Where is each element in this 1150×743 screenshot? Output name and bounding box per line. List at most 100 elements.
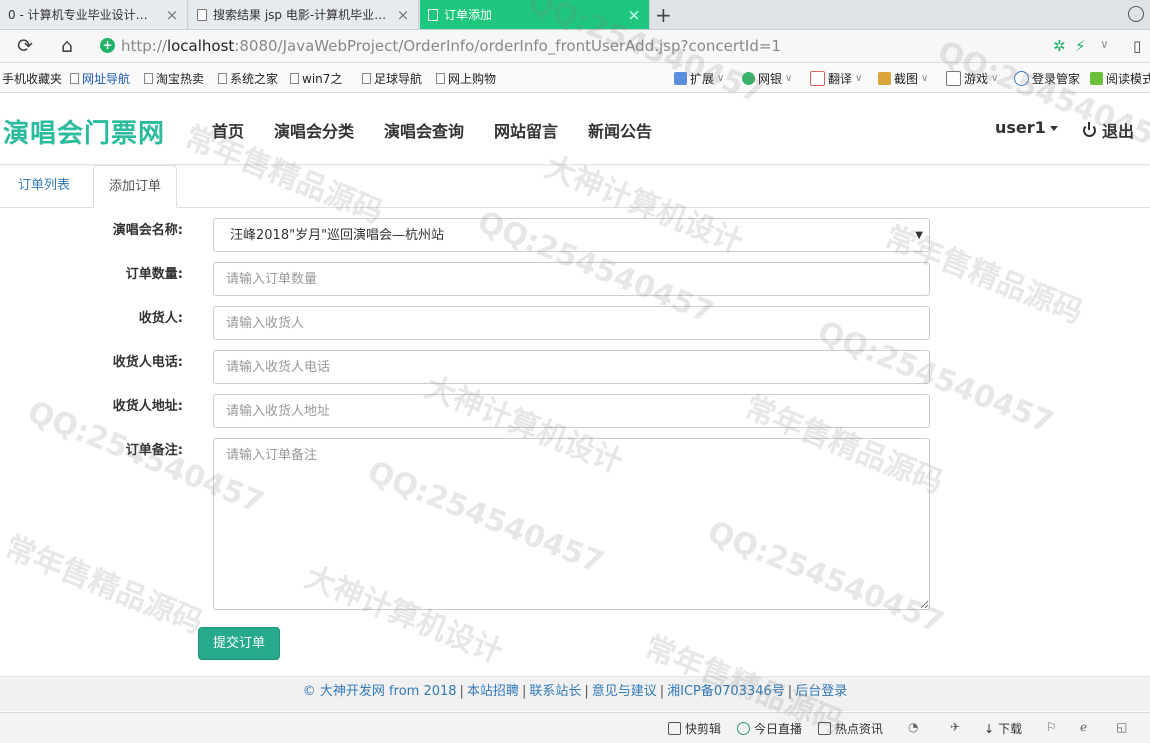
key-icon bbox=[1014, 71, 1029, 86]
extension-item[interactable]: 扩展 ∨ bbox=[674, 70, 724, 87]
window-icon[interactable]: ◱ bbox=[1116, 720, 1127, 734]
bookmark-item[interactable]: 手机收藏夹 bbox=[2, 70, 62, 87]
mobile-icon[interactable]: ▯ bbox=[1133, 37, 1141, 55]
page-icon bbox=[436, 73, 445, 84]
bookmark-item[interactable]: win7之 bbox=[290, 70, 342, 87]
bank-icon bbox=[742, 72, 755, 85]
extension-item[interactable]: 登录管家 bbox=[1014, 70, 1080, 87]
order-memo-textarea[interactable] bbox=[213, 438, 930, 610]
address-bar: ⟳ ⌂ + http://localhost:8080/JavaWebProje… bbox=[0, 30, 1150, 63]
reader-icon bbox=[1090, 72, 1103, 85]
lightning-icon[interactable]: ⚡ bbox=[1075, 37, 1086, 55]
page-icon bbox=[197, 8, 207, 21]
nav-guestbook[interactable]: 网站留言 bbox=[494, 118, 558, 142]
chevron-down-icon: ∨ bbox=[855, 73, 863, 84]
close-icon[interactable]: × bbox=[396, 6, 410, 24]
tab-label: 搜索结果 jsp 电影-计算机毕业设计 bbox=[213, 8, 390, 22]
nav-news[interactable]: 新闻公告 bbox=[588, 118, 652, 142]
sync-icon[interactable]: ✲ bbox=[1053, 37, 1066, 55]
extension-item[interactable]: 游戏 ∨ bbox=[946, 70, 998, 87]
url-field[interactable]: http://localhost:8080/JavaWebProject/Ord… bbox=[121, 37, 781, 55]
footer-link-feedback[interactable]: 意见与建议 bbox=[592, 684, 657, 699]
browser-tab-1[interactable]: 0 - 计算机专业毕业设计源码网 × bbox=[0, 0, 188, 29]
extension-item[interactable]: 网银 ∨ bbox=[742, 70, 792, 87]
concert-selected-value: 汪峰2018"岁月"巡回演唱会—杭州站 bbox=[230, 228, 445, 243]
browser-tab-2[interactable]: 搜索结果 jsp 电影-计算机毕业设计 × bbox=[189, 0, 419, 29]
extensions-icon bbox=[674, 72, 687, 85]
extension-label: 游戏 bbox=[964, 72, 989, 86]
status-label: 下载 bbox=[998, 722, 1023, 736]
speed-icon[interactable]: ◔ bbox=[908, 720, 918, 734]
quantity-input[interactable] bbox=[213, 262, 930, 296]
submit-order-button[interactable]: 提交订单 bbox=[198, 627, 280, 660]
username: user1 bbox=[995, 118, 1046, 137]
flag-icon[interactable]: ⚐ bbox=[1046, 720, 1057, 734]
bookmark-label: 系统之家 bbox=[230, 72, 279, 86]
tab-label: 订单添加 bbox=[444, 8, 493, 22]
restore-icon[interactable] bbox=[1128, 6, 1144, 22]
status-label: 快剪辑 bbox=[685, 722, 722, 736]
footer-link-contact[interactable]: 联系站长 bbox=[529, 684, 581, 699]
order-memo-label: 订单备注: bbox=[125, 443, 183, 458]
extension-item[interactable]: 阅读模式 bbox=[1090, 70, 1150, 87]
browser-status-bar: 快剪辑 今日直播 热点资讯 ◔ ✈ ↓ 下载 ⚐ ℯ ◱ bbox=[0, 712, 1150, 743]
status-item[interactable]: ↓ 下载 bbox=[984, 720, 1022, 737]
footer-link-jobs[interactable]: 本站招聘 bbox=[467, 684, 519, 699]
close-icon[interactable]: × bbox=[627, 6, 641, 24]
receiver-phone-input[interactable] bbox=[213, 350, 930, 384]
bookmark-item[interactable]: 网上购物 bbox=[436, 70, 496, 87]
page-icon bbox=[428, 8, 438, 21]
page-icon bbox=[218, 73, 227, 84]
browser-icon[interactable]: ℯ bbox=[1080, 720, 1087, 734]
bookmark-item[interactable]: 网址导航 bbox=[70, 70, 130, 87]
tab-order-list[interactable]: 订单列表 bbox=[3, 165, 85, 207]
home-icon[interactable]: ⌂ bbox=[56, 35, 78, 57]
bookmark-item[interactable]: 系统之家 bbox=[218, 70, 278, 87]
nav-home[interactable]: 首页 bbox=[212, 118, 244, 142]
tab-label: 0 - 计算机专业毕业设计源码网 bbox=[8, 8, 159, 22]
secure-icon: + bbox=[100, 38, 115, 53]
url-path: :8080/JavaWebProject/OrderInfo/orderInfo… bbox=[234, 37, 781, 55]
pin-icon[interactable]: ✈ bbox=[950, 720, 960, 734]
receiver-address-input[interactable] bbox=[213, 394, 930, 428]
page-icon bbox=[144, 73, 153, 84]
page-icon bbox=[70, 73, 79, 84]
chevron-down-icon: ∨ bbox=[717, 73, 725, 84]
refresh-icon[interactable]: ⟳ bbox=[14, 35, 36, 57]
close-icon[interactable]: × bbox=[165, 6, 179, 24]
nav-concert-search[interactable]: 演唱会查询 bbox=[384, 118, 464, 142]
bookmark-item[interactable]: 淘宝热卖 bbox=[144, 70, 204, 87]
site-brand[interactable]: 演唱会门票网 bbox=[3, 113, 165, 150]
status-item[interactable]: 快剪辑 bbox=[668, 720, 721, 737]
order-tabs: 订单列表 添加订单 bbox=[0, 165, 1150, 208]
game-icon bbox=[946, 71, 961, 86]
chevron-down-icon: ∨ bbox=[991, 73, 999, 84]
footer-link-admin[interactable]: 后台登录 bbox=[795, 684, 847, 699]
extension-item[interactable]: 截图 ∨ bbox=[878, 70, 928, 87]
status-item[interactable]: 今日直播 bbox=[737, 720, 802, 737]
status-label: 今日直播 bbox=[754, 722, 803, 736]
tab-add-order[interactable]: 添加订单 bbox=[93, 165, 178, 208]
screenshot-icon bbox=[878, 72, 891, 85]
chevron-down-icon[interactable]: ∨ bbox=[1100, 37, 1109, 51]
bookmark-label: 足球导航 bbox=[374, 72, 423, 86]
bookmark-item[interactable]: 足球导航 bbox=[362, 70, 422, 87]
download-icon: ↓ bbox=[984, 721, 995, 736]
receiver-input[interactable] bbox=[213, 306, 930, 340]
status-item[interactable]: 热点资讯 bbox=[818, 720, 883, 737]
bookmark-label: 淘宝热卖 bbox=[156, 72, 205, 86]
nav-concert-category[interactable]: 演唱会分类 bbox=[274, 118, 354, 142]
url-prefix: http:// bbox=[121, 37, 167, 55]
logout-button[interactable]: 退出 bbox=[1083, 118, 1134, 142]
news-icon bbox=[818, 722, 831, 735]
concert-select[interactable]: 汪峰2018"岁月"巡回演唱会—杭州站 ▼ bbox=[213, 218, 930, 252]
logout-label: 退出 bbox=[1102, 122, 1135, 141]
new-tab-button[interactable]: + bbox=[655, 3, 672, 27]
power-icon bbox=[1083, 121, 1096, 137]
extension-item[interactable]: 翻译 ∨ bbox=[810, 70, 862, 87]
footer-link-icp[interactable]: 湘ICP备0703346号 bbox=[667, 684, 785, 699]
concert-name-label: 演唱会名称: bbox=[112, 223, 183, 238]
user-menu[interactable]: user1 bbox=[995, 118, 1058, 137]
browser-tab-active[interactable]: 订单添加 × bbox=[420, 0, 650, 29]
extension-label: 翻译 bbox=[828, 72, 853, 86]
